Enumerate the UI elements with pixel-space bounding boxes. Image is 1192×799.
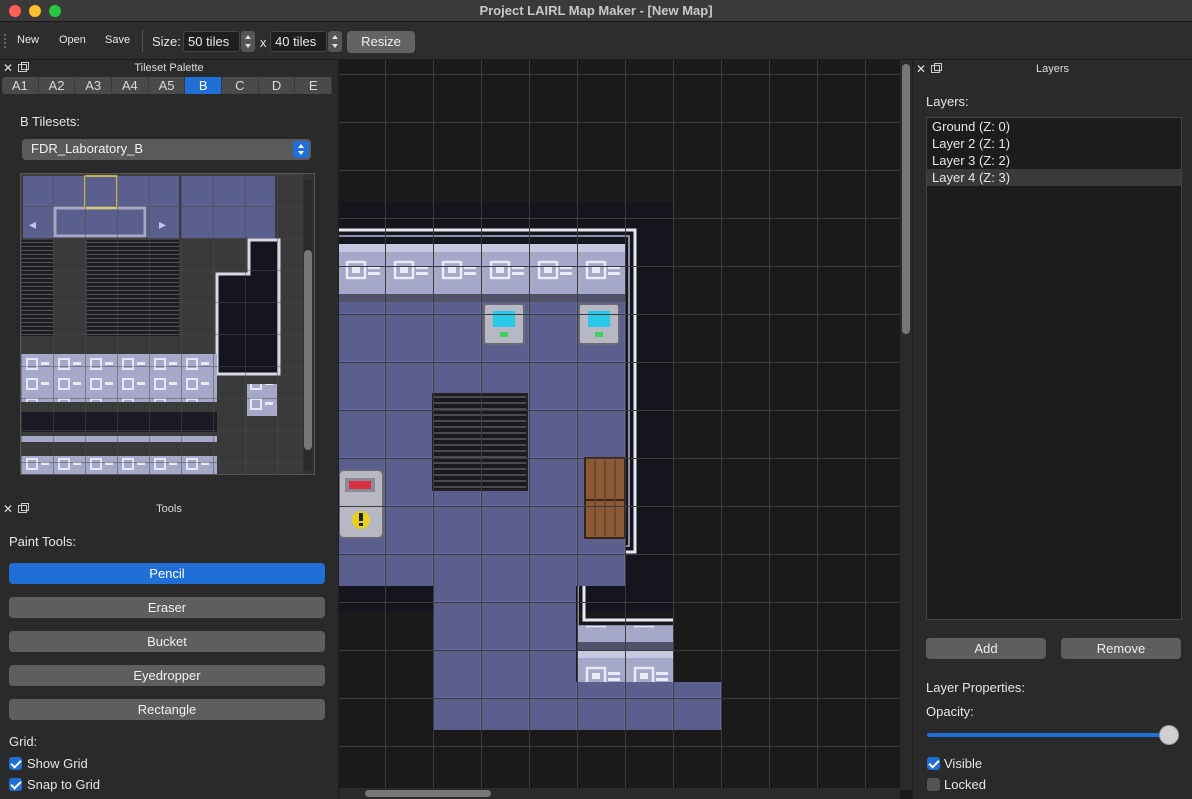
map-canvas[interactable] xyxy=(339,60,912,799)
layer-item-selected[interactable]: Layer 4 (Z: 3) xyxy=(927,169,1181,186)
height-stepper-icon[interactable] xyxy=(328,31,342,52)
layers-title: Layers xyxy=(1035,63,1070,75)
float-panel-icon[interactable] xyxy=(931,63,942,73)
window-title: Project LAIRL Map Maker - [New Map] xyxy=(479,3,713,18)
map-vertical-scroll-thumb[interactable] xyxy=(902,64,910,334)
paint-tools-label: Paint Tools: xyxy=(9,534,76,549)
tab-a5[interactable]: A5 xyxy=(149,77,186,94)
select-arrows-icon xyxy=(293,141,309,158)
opacity-slider-handle[interactable] xyxy=(1159,725,1179,745)
layers-list[interactable]: Ground (Z: 0) Layer 2 (Z: 1) Layer 3 (Z:… xyxy=(926,117,1182,620)
close-panel-icon[interactable]: ✕ xyxy=(3,60,13,77)
close-panel-icon[interactable]: ✕ xyxy=(916,61,926,78)
layers-label: Layers: xyxy=(926,94,969,109)
tools-header: ✕ Tools xyxy=(0,501,338,518)
map-horizontal-scroll-thumb[interactable] xyxy=(365,790,491,797)
new-button[interactable]: New xyxy=(17,34,39,46)
resize-button[interactable]: Resize xyxy=(347,31,415,53)
tab-a4[interactable]: A4 xyxy=(112,77,149,94)
show-grid-checkbox[interactable] xyxy=(9,757,22,770)
map-horizontal-scrollbar[interactable] xyxy=(339,788,900,799)
layers-panel: ✕ Layers Layers: Ground (Z: 0) Layer 2 (… xyxy=(913,60,1192,799)
height-input[interactable]: 40 tiles xyxy=(270,31,327,52)
float-panel-icon[interactable] xyxy=(18,62,29,72)
show-grid-label: Show Grid xyxy=(27,756,88,771)
tileset-select-value: FDR_Laboratory_B xyxy=(31,141,143,156)
map-grid-overlay xyxy=(339,60,899,790)
toolbar-separator xyxy=(142,30,143,52)
float-panel-icon[interactable] xyxy=(18,503,29,513)
save-button[interactable]: Save xyxy=(105,34,130,46)
tab-d[interactable]: D xyxy=(259,77,296,94)
size-label: Size: xyxy=(152,34,181,49)
rectangle-button[interactable]: Rectangle xyxy=(9,699,325,720)
tileset-palette-title: Tileset Palette xyxy=(134,62,204,74)
remove-layer-button[interactable]: Remove xyxy=(1061,638,1181,659)
visible-label: Visible xyxy=(944,756,983,771)
locked-label: Locked xyxy=(944,777,986,792)
add-layer-button[interactable]: Add xyxy=(926,638,1046,659)
tileset-palette-header: ✕ Tileset Palette xyxy=(0,60,338,77)
tools-title: Tools xyxy=(156,503,182,515)
tilesets-label: B Tilesets: xyxy=(20,114,80,129)
width-input[interactable]: 50 tiles xyxy=(183,31,240,52)
tab-a3[interactable]: A3 xyxy=(75,77,113,94)
layer-properties-label: Layer Properties: xyxy=(926,680,1025,695)
tileset-image[interactable]: ◂ ▸ xyxy=(21,174,303,474)
tileset-tabs: A1 A2 A3 A4 A5 B C D E xyxy=(2,77,333,94)
close-panel-icon[interactable]: ✕ xyxy=(3,501,13,518)
eyedropper-button[interactable]: Eyedropper xyxy=(9,665,325,686)
width-stepper-icon[interactable] xyxy=(241,31,255,52)
locked-checkbox[interactable] xyxy=(927,778,940,791)
layer-item[interactable]: Layer 2 (Z: 1) xyxy=(927,135,1181,152)
snap-grid-label: Snap to Grid xyxy=(27,777,100,792)
tileset-scroll-thumb[interactable] xyxy=(304,250,312,450)
toolbar: New Open Save Size: 50 tiles x 40 tiles … xyxy=(0,22,1192,60)
open-button[interactable]: Open xyxy=(59,34,86,46)
grid-label: Grid: xyxy=(9,734,38,749)
map-vertical-scrollbar[interactable] xyxy=(900,60,912,790)
visible-checkbox[interactable] xyxy=(927,757,940,770)
size-x-label: x xyxy=(260,35,267,50)
eraser-button[interactable]: Eraser xyxy=(9,597,325,618)
title-bar: Project LAIRL Map Maker - [New Map] xyxy=(0,0,1192,22)
tileset-scrollbar[interactable] xyxy=(304,180,312,470)
tab-e[interactable]: E xyxy=(295,77,333,94)
bucket-button[interactable]: Bucket xyxy=(9,631,325,652)
opacity-label: Opacity: xyxy=(926,704,974,719)
layer-item[interactable]: Ground (Z: 0) xyxy=(927,118,1181,135)
opacity-slider-track[interactable] xyxy=(927,733,1171,737)
tab-c[interactable]: C xyxy=(222,77,259,94)
layer-item[interactable]: Layer 3 (Z: 2) xyxy=(927,152,1181,169)
layers-header: ✕ Layers xyxy=(913,61,1192,78)
tab-b[interactable]: B xyxy=(185,77,223,94)
tab-a2[interactable]: A2 xyxy=(39,77,76,94)
snap-grid-checkbox[interactable] xyxy=(9,778,22,791)
pencil-button[interactable]: Pencil xyxy=(9,563,325,584)
tab-a1[interactable]: A1 xyxy=(2,77,39,94)
tileset-grid[interactable]: ◂ ▸ xyxy=(20,173,315,475)
tileset-select[interactable]: FDR_Laboratory_B xyxy=(22,139,311,160)
toolbar-grip-icon[interactable] xyxy=(4,34,6,48)
